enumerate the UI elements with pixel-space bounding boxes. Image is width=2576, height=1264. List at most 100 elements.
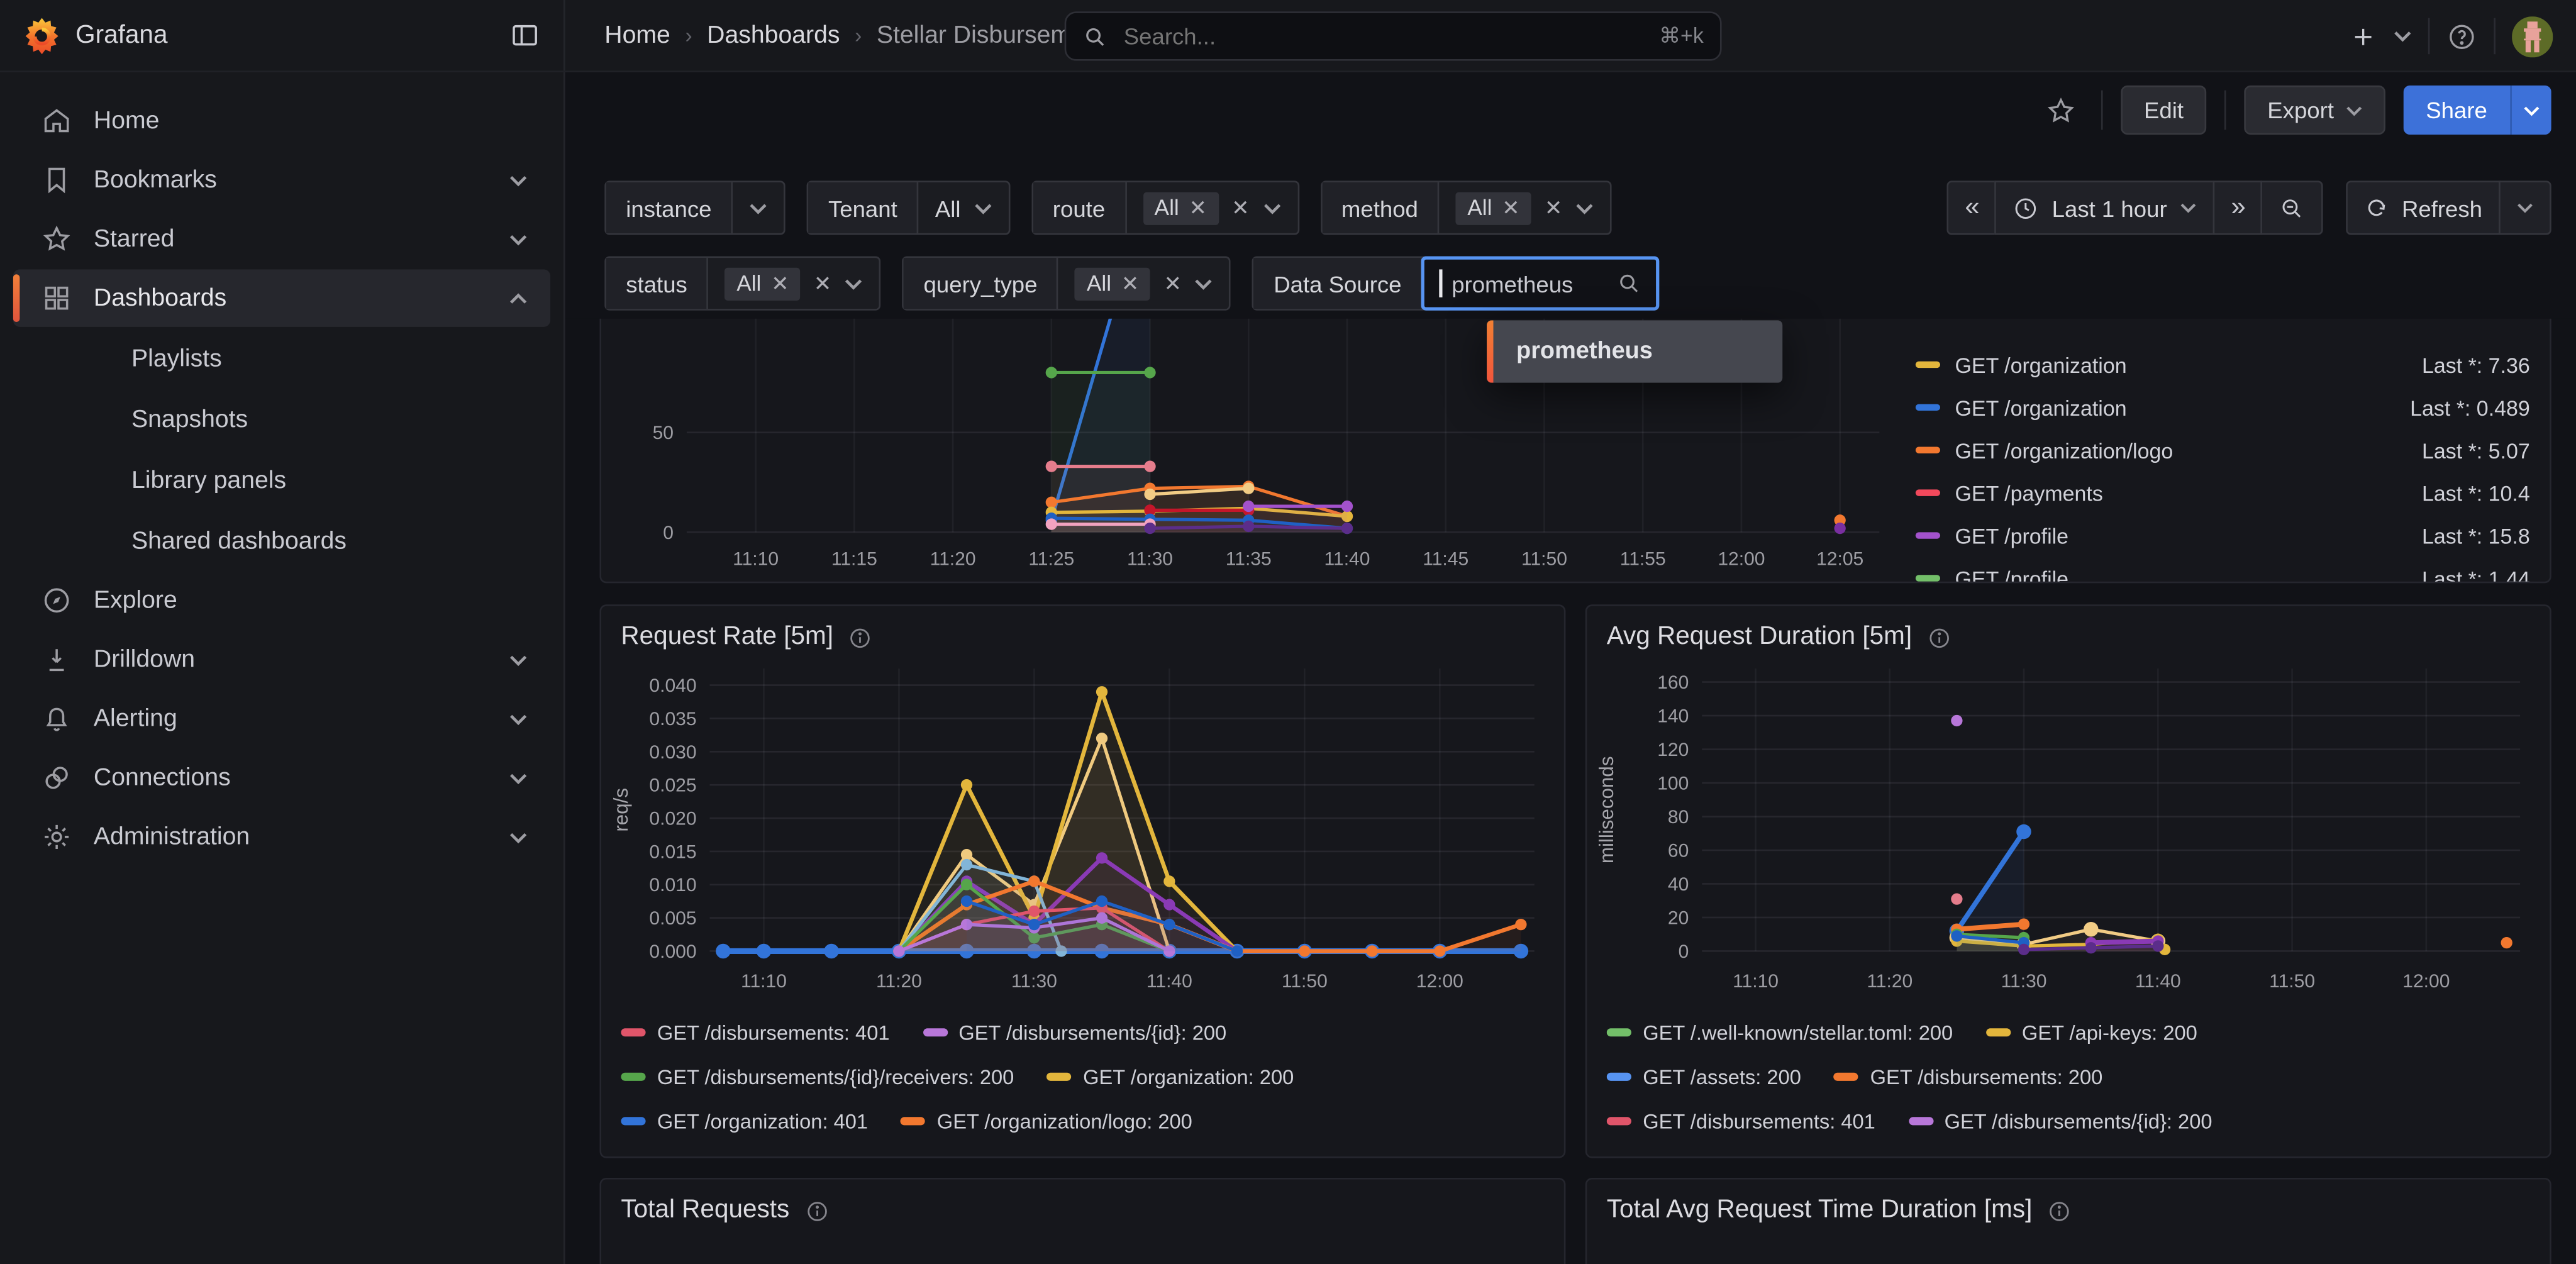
info-icon[interactable] xyxy=(1927,625,1951,650)
chevron-down-icon[interactable] xyxy=(1195,277,1213,290)
filter-query_type[interactable]: query_typeAll ✕✕ xyxy=(902,257,1231,311)
clear-filter-icon[interactable]: ✕ xyxy=(1163,270,1181,297)
refresh-interval-chevron[interactable] xyxy=(2499,180,2551,235)
legend-row[interactable]: GET /organization/logoLast *: 5.07 xyxy=(1916,429,2530,472)
filter-data-source[interactable]: Data Sourceprometheus xyxy=(1252,257,1659,311)
info-icon[interactable] xyxy=(2047,1199,2072,1223)
clear-filter-icon[interactable]: ✕ xyxy=(814,270,831,297)
clear-filter-icon[interactable]: ✕ xyxy=(1545,195,1562,221)
chevron-down-icon[interactable] xyxy=(509,653,528,666)
legend-row[interactable]: GET /profileLast *: 15.8 xyxy=(1916,514,2530,557)
legend-item[interactable]: GET /disbursements: 200 xyxy=(1834,1065,2102,1089)
panel-title[interactable]: Avg Request Duration [5m] xyxy=(1607,623,1912,652)
legend-item[interactable]: GET /organization: 401 xyxy=(621,1110,868,1133)
chevron-up-icon[interactable] xyxy=(509,292,528,305)
time-back-button[interactable]: « xyxy=(1947,180,1996,235)
refresh-button[interactable]: Refresh xyxy=(2346,180,2501,235)
add-chevron-icon[interactable] xyxy=(2394,30,2412,43)
info-icon[interactable] xyxy=(804,1199,829,1223)
legend-item[interactable]: GET /disbursements: 401 xyxy=(621,1021,889,1044)
legend-item[interactable]: GET /organization/logo: 200 xyxy=(901,1110,1192,1133)
time-forward-button[interactable]: » xyxy=(2213,180,2262,235)
help-icon[interactable] xyxy=(2446,21,2478,52)
chevron-down-icon[interactable] xyxy=(845,277,863,290)
add-icon[interactable] xyxy=(2349,22,2377,50)
clear-filter-icon[interactable]: ✕ xyxy=(1231,195,1249,221)
panel-title[interactable]: Total Requests xyxy=(621,1196,789,1226)
legend-item[interactable]: GET /disbursements/{id}/receivers: 200 xyxy=(621,1065,1014,1089)
request-rate-chart[interactable]: 11:1011:2011:3011:4011:5012:000.0000.005… xyxy=(608,655,1558,1009)
panel-title[interactable]: Request Rate [5m] xyxy=(621,623,833,652)
time-range-picker[interactable]: Last 1 hour xyxy=(1994,180,2214,235)
sidebar-item-alerting[interactable]: Alerting xyxy=(13,690,550,747)
sidebar-toggle-icon[interactable] xyxy=(509,19,541,51)
legend-item[interactable]: GET /.well-known/stellar.toml: 200 xyxy=(1607,1021,1953,1044)
legend-item[interactable]: GET /organization: 200 xyxy=(2033,1154,2280,1156)
legend-item[interactable]: GET /profile: 401 xyxy=(1102,1154,1293,1156)
legend-row[interactable]: GET /organizationLast *: 7.36 xyxy=(1916,343,2530,386)
share-chevron-button[interactable] xyxy=(2510,86,2551,135)
filter-status[interactable]: statusAll ✕✕ xyxy=(604,257,880,311)
legend-item[interactable]: GET /profile: 200 xyxy=(878,1154,1069,1156)
legend-item[interactable]: GET /payments: 200 xyxy=(621,1154,845,1156)
zoom-out-button[interactable] xyxy=(2260,180,2323,235)
filter-chip[interactable]: All ✕ xyxy=(1143,191,1218,224)
remove-chip-icon[interactable]: ✕ xyxy=(1502,195,1519,221)
sidebar-item-starred[interactable]: Starred xyxy=(13,210,550,267)
chevron-down-icon[interactable] xyxy=(1575,201,1594,214)
star-button[interactable] xyxy=(2039,86,2084,135)
legend-row[interactable]: GET /paymentsLast *: 10.4 xyxy=(1916,472,2530,514)
sidebar-item-administration[interactable]: Administration xyxy=(13,808,550,865)
sidebar-item-library-panels[interactable]: Library panels xyxy=(13,450,550,509)
remove-chip-icon[interactable]: ✕ xyxy=(1189,195,1206,221)
legend-item[interactable]: GET /disbursements/{id}: 200 xyxy=(923,1021,1226,1044)
sidebar-item-snapshots[interactable]: Snapshots xyxy=(13,389,550,448)
filter-instance[interactable]: instance xyxy=(604,180,786,235)
chevron-down-icon[interactable] xyxy=(1263,201,1281,214)
user-avatar[interactable] xyxy=(2512,16,2553,57)
chevron-down-icon[interactable] xyxy=(509,712,528,725)
breadcrumb-dashboards[interactable]: Dashboards xyxy=(707,21,840,49)
remove-chip-icon[interactable]: ✕ xyxy=(771,270,789,297)
legend-row[interactable]: GET /profileLast *: 1.44 xyxy=(1916,557,2530,584)
chevron-down-icon[interactable] xyxy=(509,771,528,784)
info-icon[interactable] xyxy=(848,625,873,650)
legend-item[interactable]: GET /disbursements/{id}: 200 xyxy=(1908,1110,2212,1133)
legend-item[interactable]: GET /assets: 200 xyxy=(1607,1065,1801,1089)
dropdown-option-prometheus[interactable]: prometheus xyxy=(1487,320,1782,382)
avg-duration-chart[interactable]: 11:1011:2011:3011:4011:5012:000204060801… xyxy=(1594,655,2543,1009)
sidebar-item-bookmarks[interactable]: Bookmarks xyxy=(13,151,550,208)
search-input[interactable]: ⌘+k xyxy=(1065,11,1722,60)
filter-chip[interactable]: All ✕ xyxy=(725,267,801,299)
chevron-down-icon[interactable] xyxy=(509,830,528,843)
filter-route[interactable]: routeAll ✕✕ xyxy=(1031,180,1299,235)
sidebar-item-playlists[interactable]: Playlists xyxy=(13,328,550,387)
chevron-down-icon[interactable] xyxy=(750,201,768,214)
chevron-down-icon[interactable] xyxy=(509,174,528,187)
sidebar-item-shared-dashboards[interactable]: Shared dashboards xyxy=(13,511,550,570)
breadcrumb-home[interactable]: Home xyxy=(604,21,670,49)
legend-row[interactable]: GET /organizationLast *: 0.489 xyxy=(1916,386,2530,429)
datasource-input[interactable]: prometheus xyxy=(1421,257,1660,311)
filter-value[interactable]: All xyxy=(935,195,961,221)
edit-button[interactable]: Edit xyxy=(2121,86,2206,135)
sidebar-item-explore[interactable]: Explore xyxy=(13,572,550,629)
filter-method[interactable]: methodAll ✕✕ xyxy=(1320,180,1612,235)
legend-item[interactable]: GET /disbursements: 401 xyxy=(1607,1110,1875,1133)
grafana-logo[interactable] xyxy=(23,16,61,54)
sidebar-item-dashboards[interactable]: Dashboards xyxy=(13,269,550,326)
filter-chip[interactable]: All ✕ xyxy=(1456,191,1531,224)
panel-title[interactable]: Total Avg Request Time Duration [ms] xyxy=(1607,1196,2033,1226)
legend-item[interactable]: GET /organization: 200 xyxy=(1047,1065,1294,1089)
chevron-down-icon[interactable] xyxy=(509,233,528,246)
legend-item[interactable]: GET /disbursements/{id}/receivers: 200 xyxy=(1607,1154,2000,1156)
chevron-down-icon[interactable] xyxy=(974,201,992,214)
filter-tenant[interactable]: TenantAll xyxy=(807,180,1010,235)
share-button[interactable]: Share xyxy=(2403,86,2511,135)
remove-chip-icon[interactable]: ✕ xyxy=(1121,270,1139,297)
sidebar-item-connections[interactable]: Connections xyxy=(13,749,550,806)
export-button[interactable]: Export xyxy=(2245,86,2385,135)
search-field[interactable] xyxy=(1121,21,1646,51)
legend-item[interactable]: GET /api-keys: 200 xyxy=(1985,1021,2197,1044)
filter-chip[interactable]: All ✕ xyxy=(1075,267,1151,299)
